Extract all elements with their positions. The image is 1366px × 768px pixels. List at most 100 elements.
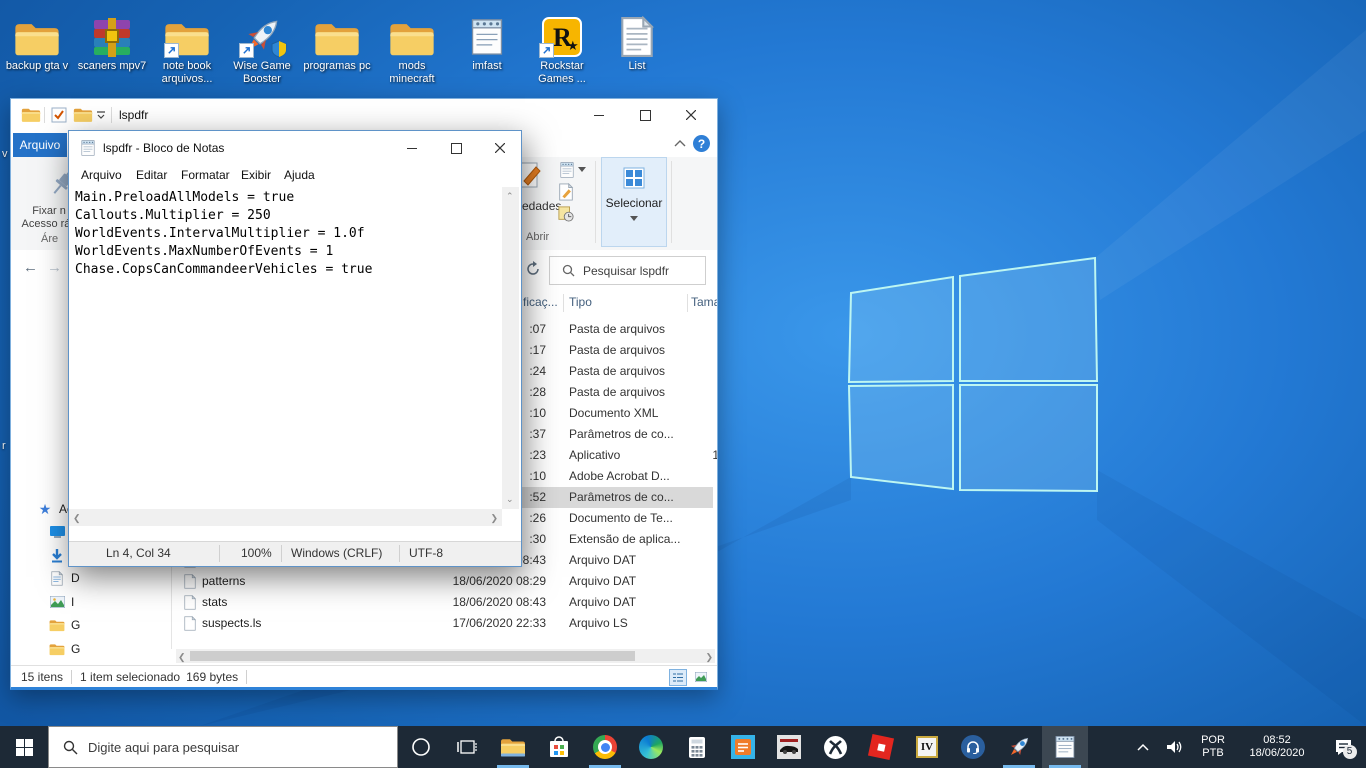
scrollbar-thumb[interactable] [190,651,635,661]
scroll-down-arrow-icon[interactable]: ⌄ [506,494,514,505]
taskbar-app-edge[interactable] [628,726,674,768]
tray-volume-button[interactable] [1158,740,1192,754]
open-dropdown-chevron-icon[interactable] [578,167,586,173]
tab-arquivo[interactable]: Arquivo [13,133,67,157]
desktop-icon-list[interactable]: List [600,6,674,73]
notepad-maximize-button[interactable] [433,131,479,165]
calculator-icon [688,736,706,759]
notepad-icon [450,6,524,58]
menu-arquivo[interactable]: Arquivo [81,168,122,182]
desktop-icon-imfast[interactable]: imfast [450,6,524,73]
notepad-vertical-scrollbar[interactable]: ⌃ ⌄ [502,187,519,509]
taskbar-app-microsoft-store[interactable] [536,726,582,768]
task-view-button[interactable] [444,726,490,768]
tray-show-hidden-icons-button[interactable] [1128,743,1158,751]
back-arrow-icon[interactable]: ← [23,259,38,276]
shield-icon [271,40,287,58]
column-resize-handle[interactable] [687,294,688,312]
scroll-right-arrow-icon[interactable]: ❯ [705,652,713,663]
taskbar-app-store-game[interactable] [720,726,766,768]
selection-count: 1 item selecionado [80,670,180,684]
explorer-titlebar[interactable]: lspdfr [11,99,717,131]
column-header-size[interactable]: Tama [691,295,718,309]
help-icon[interactable]: ? [693,135,710,152]
desktop-icon-rockstar-games[interactable]: R ★ Rockstar Games ... [525,6,599,86]
thumbnail-view-button[interactable] [693,669,709,684]
menu-editar[interactable]: Editar [136,168,167,182]
explorer-minimize-button[interactable] [576,99,622,131]
taskbar-app-racing-game[interactable] [766,726,812,768]
explorer-horizontal-scrollbar[interactable]: ❮ ❯ [176,649,715,663]
windows-start-icon [16,739,33,756]
start-button[interactable] [0,726,48,768]
notepad-statusbar: Ln 4, Col 34 100% Windows (CRLF) UTF-8 [69,541,521,566]
document-item-icon [49,570,65,586]
menu-ajuda[interactable]: Ajuda [284,168,315,182]
speaker-icon [1167,740,1184,754]
sidebar-item-folder[interactable]: G [11,638,171,660]
file-row[interactable]: suspects.ls17/06/2020 22:33Arquivo LS [176,613,713,634]
desktop-icon-mods-minecraft[interactable]: mods minecraft [375,6,449,86]
desktop-icon-note-book-arquivos[interactable]: note book arquivos... [150,6,224,86]
quick-access-customize-chevron-icon[interactable] [96,111,106,120]
taskbar-app-chrome[interactable] [582,726,628,768]
taskbar-app-calculator[interactable] [674,726,720,768]
taskbar-app-xbox[interactable] [812,726,858,768]
select-button[interactable]: Selecionar [601,157,667,247]
forward-arrow-icon[interactable]: → [47,259,62,276]
file-row[interactable]: stats18/06/2020 08:43Arquivo DAT [176,592,713,613]
edit-file-icon[interactable] [558,183,574,201]
notepad-text-area[interactable]: Main.PreloadAllModels = true Callouts.Mu… [69,187,502,509]
svg-text:★: ★ [567,38,579,53]
notepad-minimize-button[interactable] [389,131,435,165]
column-header-modified[interactable]: ficaç... [523,295,558,309]
explorer-search-box[interactable]: Pesquisar lspdfr [549,256,706,285]
roblox-icon [868,734,894,760]
taskbar-app-gta-iv[interactable]: IV [904,726,950,768]
desktop-icon-programas-pc[interactable]: programas pc [300,6,374,73]
menu-exibir[interactable]: Exibir [241,168,271,182]
refresh-icon[interactable] [525,261,541,277]
explorer-window-title: lspdfr [119,108,148,122]
notepad-close-button[interactable] [477,131,522,165]
taskbar-app-file-explorer[interactable] [490,726,536,768]
rocket-icon [1006,734,1032,760]
quick-access-properties-icon[interactable] [51,107,67,123]
action-center-button[interactable]: 5 [1320,739,1366,756]
explorer-maximize-button[interactable] [622,99,668,131]
scroll-left-arrow-icon[interactable]: ❮ [178,652,186,663]
desktop-icon-scaners-mpv7[interactable]: scaners mpv7 [75,6,149,73]
desktop-icon-backup-gta-v[interactable]: backup gta v [0,6,74,73]
file-row[interactable]: patterns18/06/2020 08:29Arquivo DAT [176,571,713,592]
scroll-right-arrow-icon[interactable]: ❯ [490,513,498,524]
taskbar-app-roblox[interactable] [858,726,904,768]
history-icon[interactable] [558,205,574,223]
sidebar-item-pictures[interactable]: I [11,591,171,613]
column-header-type[interactable]: Tipo [569,295,592,309]
taskbar-app-notepad[interactable] [1042,726,1088,768]
taskbar-app-wise-game-booster[interactable] [996,726,1042,768]
sidebar-item-folder[interactable]: G [11,614,171,636]
document-icon [600,6,674,58]
folder-icon [300,6,374,58]
notepad-titlebar[interactable]: lspdfr - Bloco de Notas [69,131,521,165]
details-view-button[interactable] [669,669,687,686]
desktop-icon-wise-game-booster[interactable]: Wise Game Booster [225,6,299,86]
cortana-button[interactable] [398,726,444,768]
ribbon-collapse-chevron-icon[interactable] [674,139,686,147]
scroll-left-arrow-icon[interactable]: ❮ [73,513,81,524]
quick-access-new-folder-icon[interactable] [73,107,93,123]
scroll-up-arrow-icon[interactable]: ⌃ [506,191,514,202]
taskbar-search-box[interactable]: Digite aqui para pesquisar [48,726,398,768]
column-resize-handle[interactable] [563,294,564,312]
tray-language-indicator[interactable]: PORPTB [1192,734,1234,760]
open-file-icon[interactable] [558,161,576,179]
tray-clock[interactable]: 08:5218/06/2020 [1234,734,1320,760]
shortcut-arrow-icon [539,43,554,58]
notepad-horizontal-scrollbar[interactable]: ❮ ❯ [69,509,502,526]
menu-formatar[interactable]: Formatar [181,168,230,182]
microsoft-store-icon [548,736,570,759]
taskbar-app-headset[interactable] [950,726,996,768]
explorer-close-button[interactable] [668,99,714,131]
sidebar-item-documents[interactable]: D [11,567,171,589]
